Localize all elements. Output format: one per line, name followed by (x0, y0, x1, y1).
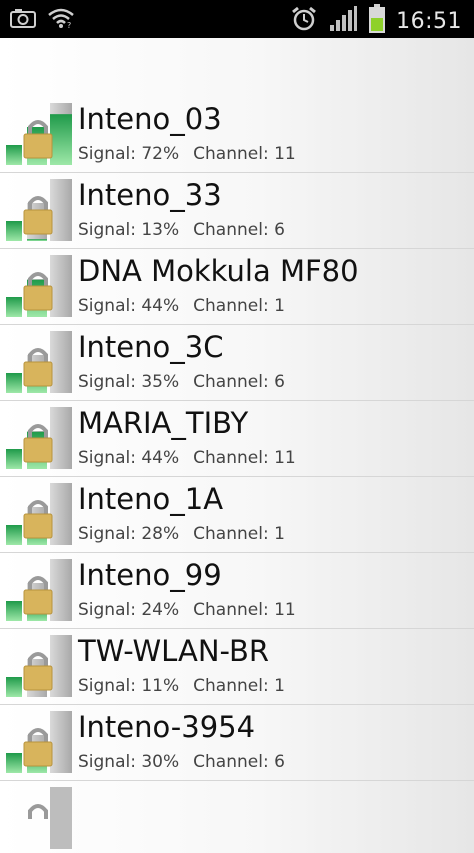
wifi-notification-icon: ? (46, 7, 76, 33)
network-info: Signal: 24% Channel: 11 (78, 600, 296, 620)
camera-icon (10, 7, 36, 33)
signal-label: Signal: (78, 144, 136, 164)
signal-value: 72% (141, 144, 180, 164)
network-info: Signal: 35% Channel: 6 (78, 372, 285, 392)
wifi-lock-signal-icon (6, 331, 72, 393)
network-row[interactable]: DNA Mokkula MF80 Signal: 44% Channel: 1 (0, 249, 474, 325)
signal-value: 11% (141, 676, 180, 696)
signal-value: 44% (141, 296, 180, 316)
signal-label: Signal: (78, 600, 136, 620)
signal-label: Signal: (78, 372, 136, 392)
network-row[interactable]: Inteno_3C Signal: 35% Channel: 6 (0, 325, 474, 401)
channel-value: 1 (274, 524, 285, 544)
svg-text:?: ? (67, 21, 71, 29)
signal-label: Signal: (78, 448, 136, 468)
network-info: Signal: 13% Channel: 6 (78, 220, 285, 240)
channel-value: 6 (274, 372, 285, 392)
network-ssid: TW-WLAN-BR (78, 634, 270, 668)
signal-label: Signal: (78, 220, 136, 240)
channel-label: Channel: (193, 448, 269, 468)
channel-label: Channel: (193, 752, 269, 772)
network-info: Signal: 44% Channel: 11 (78, 448, 296, 468)
clock-time: 16:51 (396, 8, 462, 34)
channel-label: Channel: (193, 296, 269, 316)
channel-value: 11 (274, 448, 296, 468)
wifi-lock-signal-icon (6, 103, 72, 165)
signal-value: 13% (141, 220, 180, 240)
channel-label: Channel: (193, 600, 269, 620)
network-ssid: Inteno_99 (78, 558, 222, 592)
network-row-partial[interactable] (0, 781, 474, 849)
network-ssid: Inteno_33 (78, 178, 222, 212)
channel-value: 1 (274, 676, 285, 696)
channel-label: Channel: (193, 372, 269, 392)
network-row[interactable]: Inteno_03 Signal: 72% Channel: 11 (0, 97, 474, 173)
status-bar: ? 16:51 (0, 0, 474, 38)
channel-value: 11 (274, 144, 296, 164)
channel-label: Channel: (193, 524, 269, 544)
channel-label: Channel: (193, 676, 269, 696)
network-ssid: Inteno_03 (78, 102, 222, 136)
wifi-lock-signal-icon (6, 483, 72, 545)
channel-value: 1 (274, 296, 285, 316)
signal-value: 44% (141, 448, 180, 468)
alarm-icon (290, 5, 318, 37)
cell-signal-icon (328, 5, 358, 37)
network-info: Signal: 30% Channel: 6 (78, 752, 285, 772)
network-info: Signal: 28% Channel: 1 (78, 524, 285, 544)
channel-value: 6 (274, 752, 285, 772)
network-info: Signal: 11% Channel: 1 (78, 676, 285, 696)
wifi-lock-signal-icon (6, 635, 72, 697)
channel-value: 11 (274, 600, 296, 620)
channel-value: 6 (274, 220, 285, 240)
wifi-lock-signal-icon (6, 255, 72, 317)
wifi-lock-signal-icon (6, 179, 72, 241)
signal-value: 24% (141, 600, 180, 620)
network-ssid: Inteno_1A (78, 482, 224, 516)
network-ssid: Inteno_3C (78, 330, 224, 364)
signal-value: 28% (141, 524, 180, 544)
wifi-lock-signal-icon (6, 787, 72, 849)
network-ssid: MARIA_TIBY (78, 406, 249, 440)
network-ssid: Inteno-3954 (78, 710, 256, 744)
network-row[interactable]: Inteno_33 Signal: 13% Channel: 6 (0, 173, 474, 249)
wifi-lock-signal-icon (6, 559, 72, 621)
wifi-lock-signal-icon (6, 711, 72, 773)
channel-label: Channel: (193, 220, 269, 240)
network-list: Inteno_03 Signal: 72% Channel: 11 Inteno_33… (0, 97, 474, 849)
network-info: Signal: 44% Channel: 1 (78, 296, 285, 316)
signal-label: Signal: (78, 524, 136, 544)
network-row[interactable]: Inteno_1A Signal: 28% Channel: 1 (0, 477, 474, 553)
network-row[interactable]: Inteno_99 Signal: 24% Channel: 11 (0, 553, 474, 629)
signal-label: Signal: (78, 752, 136, 772)
signal-value: 35% (141, 372, 180, 392)
network-row[interactable]: MARIA_TIBY Signal: 44% Channel: 11 (0, 401, 474, 477)
battery-icon (368, 4, 386, 38)
signal-value: 30% (141, 752, 180, 772)
signal-label: Signal: (78, 296, 136, 316)
channel-label: Channel: (193, 144, 269, 164)
signal-label: Signal: (78, 676, 136, 696)
wifi-lock-signal-icon (6, 407, 72, 469)
network-ssid: DNA Mokkula MF80 (78, 254, 359, 288)
network-row[interactable]: TW-WLAN-BR Signal: 11% Channel: 1 (0, 629, 474, 705)
network-row[interactable]: Inteno-3954 Signal: 30% Channel: 6 (0, 705, 474, 781)
network-info: Signal: 72% Channel: 11 (78, 144, 296, 164)
